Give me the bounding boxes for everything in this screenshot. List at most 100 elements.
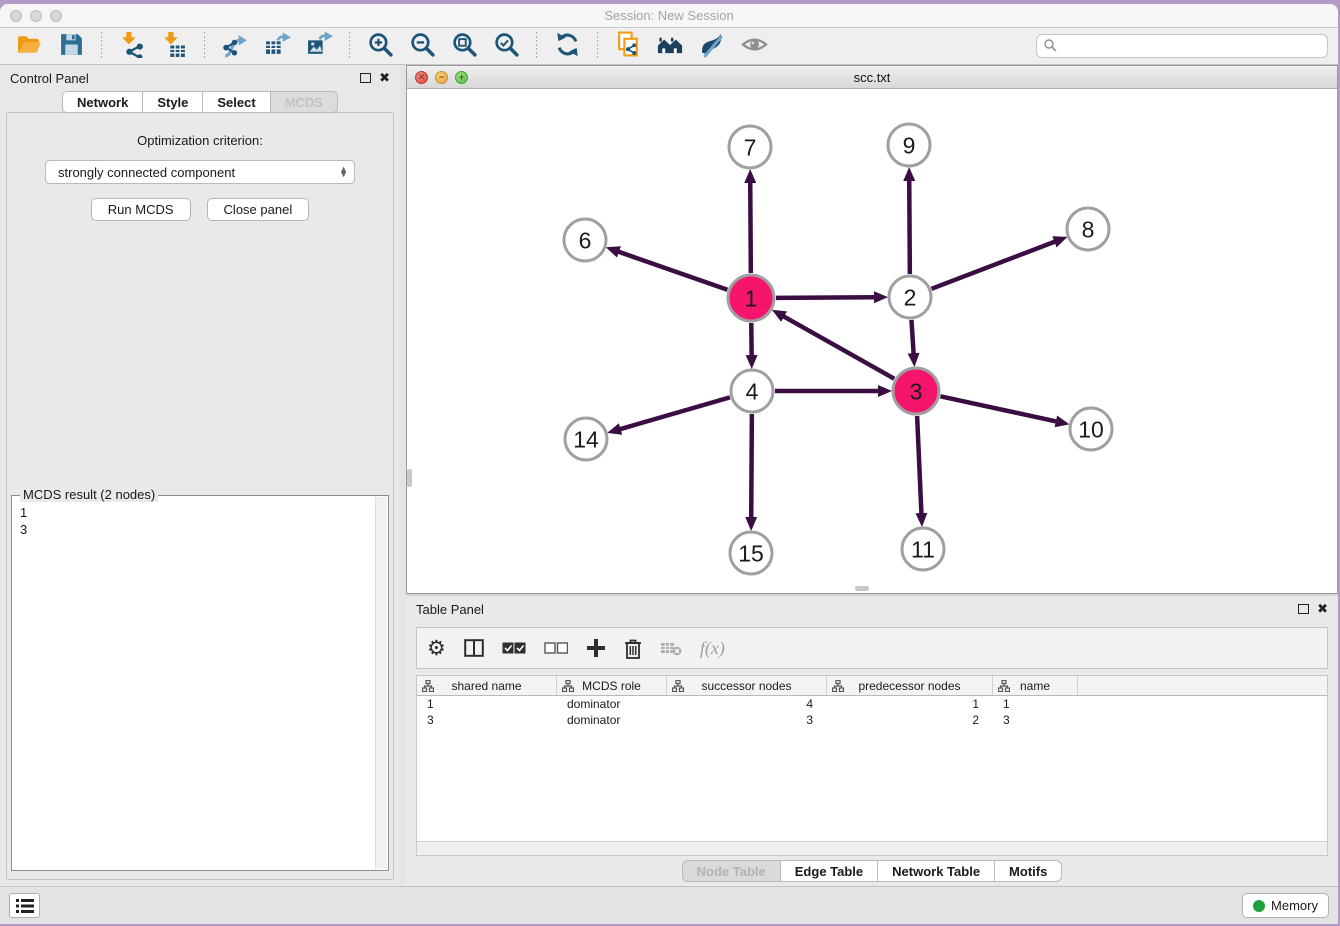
criterion-select[interactable]: strongly connected component ▲▼ xyxy=(45,160,355,184)
canvas-vertical-scroll-nub[interactable] xyxy=(407,469,412,487)
show-columns-button[interactable] xyxy=(464,639,484,657)
fit-content-button[interactable] xyxy=(445,31,483,62)
delete-column-button[interactable] xyxy=(624,638,642,659)
tab-network-table[interactable]: Network Table xyxy=(878,860,995,882)
float-panel-icon[interactable] xyxy=(1298,604,1309,614)
memory-label: Memory xyxy=(1271,898,1318,913)
network-canvas[interactable]: 1234678910111415 xyxy=(407,89,1337,593)
save-session-button[interactable] xyxy=(52,31,90,62)
task-history-button[interactable] xyxy=(9,893,40,918)
graph-edge-4-15[interactable] xyxy=(751,414,752,518)
close-panel-icon[interactable]: ✖ xyxy=(379,73,390,83)
graph-edge-3-1[interactable] xyxy=(783,316,894,379)
close-panel-button[interactable]: Close panel xyxy=(207,198,310,221)
screen: Session: New Session xyxy=(0,0,1340,926)
deselect-all-button[interactable] xyxy=(544,642,568,654)
table-body: 1dominator4113dominator323 xyxy=(417,696,1327,841)
graph-edge-1-7[interactable] xyxy=(750,182,751,273)
import-table-button[interactable] xyxy=(155,31,193,62)
column-header-MCDS-role[interactable]: MCDS role xyxy=(557,676,667,695)
column-header-name[interactable]: name xyxy=(993,676,1078,695)
table-panel: Table Panel ✖ ⚙ xyxy=(406,596,1338,886)
column-header-successor-nodes[interactable]: successor nodes xyxy=(667,676,827,695)
table-settings-button[interactable]: ⚙ xyxy=(427,638,446,659)
search-input[interactable] xyxy=(1061,39,1321,54)
hide-selected-button[interactable] xyxy=(735,31,773,62)
mcds-result-text[interactable]: 1 3 xyxy=(12,496,388,538)
open-folder-icon xyxy=(16,31,43,61)
search-icon xyxy=(1043,38,1057,55)
table-cell[interactable]: 3 xyxy=(417,712,557,728)
tab-style[interactable]: Style xyxy=(143,91,203,113)
tab-network[interactable]: Network xyxy=(62,91,143,113)
table-cell[interactable]: 2 xyxy=(827,712,993,728)
select-all-button[interactable] xyxy=(502,642,526,654)
tab-node-table[interactable]: Node Table xyxy=(682,860,781,882)
column-header-shared-name[interactable]: shared name xyxy=(417,676,557,695)
control-panel-title: Control Panel xyxy=(10,71,89,86)
table-cell[interactable]: 4 xyxy=(667,696,827,712)
import-network-icon xyxy=(119,31,146,61)
node-label-3: 3 xyxy=(910,378,923,404)
fx-icon: f(x) xyxy=(700,638,725,659)
table-row[interactable]: 3dominator323 xyxy=(417,712,1327,728)
graph-edge-1-6[interactable] xyxy=(618,252,727,290)
right-column: ✕ − + scc.txt 123 xyxy=(406,65,1338,886)
export-image-button[interactable] xyxy=(300,31,338,62)
graph-edge-2-3[interactable] xyxy=(911,320,913,354)
table-horizontal-scrollbar[interactable] xyxy=(417,841,1327,855)
run-mcds-button[interactable]: Run MCDS xyxy=(91,198,191,221)
table-cell[interactable]: 1 xyxy=(827,696,993,712)
table-cell[interactable]: 3 xyxy=(993,712,1078,728)
memory-button[interactable]: Memory xyxy=(1242,893,1329,918)
tab-select[interactable]: Select xyxy=(203,91,270,113)
table-cell[interactable]: dominator xyxy=(557,696,667,712)
tab-mcds[interactable]: MCDS xyxy=(271,91,338,113)
result-scrollbar[interactable] xyxy=(375,497,387,869)
zoom-selected-button[interactable] xyxy=(487,31,525,62)
table-cell[interactable]: 1 xyxy=(417,696,557,712)
create-column-button[interactable] xyxy=(586,638,606,658)
export-image-icon xyxy=(306,31,333,61)
column-label: successor nodes xyxy=(701,679,791,693)
open-session-button[interactable] xyxy=(10,31,48,62)
export-network-button[interactable] xyxy=(216,31,254,62)
criterion-selected-value: strongly connected component xyxy=(58,165,339,180)
graph-edge-4-14[interactable] xyxy=(620,397,730,429)
export-table-button[interactable] xyxy=(258,31,296,62)
search-field xyxy=(1036,34,1328,58)
export-network-icon xyxy=(222,31,249,61)
column-header-predecessor-nodes[interactable]: predecessor nodes xyxy=(827,676,993,695)
table-row[interactable]: 1dominator411 xyxy=(417,696,1327,712)
graph-edge-3-10[interactable] xyxy=(940,396,1056,421)
graph-edge-2-8[interactable] xyxy=(931,241,1055,288)
app-title: Session: New Session xyxy=(0,8,1338,23)
graph-edge-3-11[interactable] xyxy=(917,416,921,514)
table-cell[interactable]: 1 xyxy=(993,696,1078,712)
graphics-details-button[interactable] xyxy=(693,31,731,62)
tab-edge-table[interactable]: Edge Table xyxy=(781,860,878,882)
delete-table-icon xyxy=(660,640,682,656)
plus-icon xyxy=(586,638,606,658)
table-cell[interactable]: dominator xyxy=(557,712,667,728)
close-panel-icon[interactable]: ✖ xyxy=(1317,604,1328,614)
clone-network-button[interactable] xyxy=(609,31,647,62)
tab-motifs[interactable]: Motifs xyxy=(995,860,1062,882)
table-cell[interactable]: 3 xyxy=(667,712,827,728)
network-frame: ✕ − + scc.txt 123 xyxy=(406,65,1338,594)
canvas-horizontal-scroll-nub[interactable] xyxy=(855,586,869,591)
float-panel-icon[interactable] xyxy=(360,73,371,83)
apply-layout-button[interactable] xyxy=(548,31,586,62)
table-panel-header: Table Panel ✖ xyxy=(406,596,1338,622)
graph-edge-2-9[interactable] xyxy=(909,180,910,274)
import-network-button[interactable] xyxy=(113,31,151,62)
zoom-in-button[interactable] xyxy=(361,31,399,62)
first-neighbors-button[interactable] xyxy=(651,31,689,62)
column-label: shared name xyxy=(451,679,521,693)
function-builder-button-disabled: f(x) xyxy=(700,638,725,659)
node-label-14: 14 xyxy=(573,426,599,452)
graph-edge-1-2[interactable] xyxy=(776,297,875,298)
zoom-out-button[interactable] xyxy=(403,31,441,62)
toolbar-separator xyxy=(536,32,537,60)
toolbar-separator xyxy=(101,32,102,60)
